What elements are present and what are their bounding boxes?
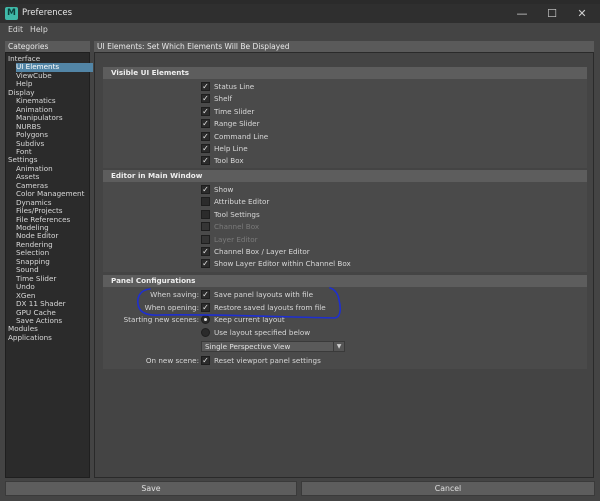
option-label: Show Layer Editor within Channel Box xyxy=(214,259,351,269)
option-label: Attribute Editor xyxy=(214,197,270,207)
option-label: Tool Box xyxy=(214,156,244,166)
option-label: Time Slider xyxy=(214,106,255,116)
option-label: Channel Box / Layer Editor xyxy=(214,247,310,256)
window-title: Preferences xyxy=(22,8,72,18)
checkbox[interactable] xyxy=(201,197,210,207)
new-scenes-label: Starting new scenes: xyxy=(123,315,199,324)
option-label: Help Line xyxy=(214,144,248,153)
checkbox[interactable]: ✓ xyxy=(201,247,210,256)
menu-bar: Edit Help xyxy=(0,23,600,37)
option-label: Channel Box xyxy=(214,222,260,232)
when-saving-label: When saving: xyxy=(150,290,199,299)
radio-button[interactable] xyxy=(201,328,210,337)
maximize-icon[interactable]: ☐ xyxy=(538,4,566,23)
when-opening-label: When opening: xyxy=(144,303,199,312)
checkbox[interactable]: ✓ xyxy=(201,156,210,166)
checkbox[interactable]: ✓ xyxy=(201,185,210,194)
checkbox[interactable]: ✓ xyxy=(201,259,210,269)
category-item[interactable]: Applications xyxy=(8,333,52,343)
option-label: Command Line xyxy=(214,131,269,141)
editor-main-frame: ✓ Show Attribute Editor Tool Settings Channe… xyxy=(103,182,587,272)
checkbox[interactable]: ✓ xyxy=(201,94,210,104)
option-label: Tool Settings xyxy=(214,209,260,219)
cancel-button[interactable]: Cancel xyxy=(301,481,595,496)
categories-header: Categories xyxy=(5,41,90,52)
option-label: Shelf xyxy=(214,94,233,104)
frame-header-visible-ui[interactable]: Visible UI Elements xyxy=(103,67,587,79)
minimize-icon[interactable]: — xyxy=(508,4,536,23)
checkbox[interactable] xyxy=(201,209,210,219)
checkbox[interactable]: ✓ xyxy=(201,356,210,365)
visible-ui-frame: ✓ Status Line ✓ Shelf ✓ Time Slider ✓ Range Sli… xyxy=(103,79,587,168)
categories-list: Interface UI Elements ViewCube Help Display K… xyxy=(5,52,93,478)
save-button[interactable]: Save xyxy=(5,481,297,496)
option-label: Show xyxy=(214,185,234,194)
checkbox xyxy=(201,234,210,244)
window-titlebar: M Preferences — ☐ ✕ xyxy=(0,4,600,23)
checkbox[interactable]: ✓ xyxy=(201,303,210,312)
checkbox[interactable]: ✓ xyxy=(201,82,210,91)
checkbox[interactable]: ✓ xyxy=(201,119,210,129)
layout-select-value: Single Perspective View xyxy=(205,342,291,351)
checkbox[interactable]: ✓ xyxy=(201,106,210,116)
menu-help[interactable]: Help xyxy=(30,25,48,34)
option-label: Status Line xyxy=(214,82,255,91)
section-header: UI Elements: Set Which Elements Will Be … xyxy=(94,41,594,52)
checkbox[interactable]: ✓ xyxy=(201,131,210,141)
chevron-down-icon[interactable]: ▼ xyxy=(333,342,344,351)
checkbox xyxy=(201,222,210,232)
checkbox[interactable]: ✓ xyxy=(201,144,210,153)
layout-select[interactable]: Single Perspective View ▼ xyxy=(201,341,345,352)
maya-icon: M xyxy=(5,7,18,20)
frame-header-editor-main[interactable]: Editor in Main Window xyxy=(103,170,587,182)
ui-elements-panel: Visible UI Elements ✓ Status Line ✓ Shelf ✓ T… xyxy=(94,52,594,478)
frame-header-panel-config[interactable]: Panel Configurations xyxy=(103,275,587,287)
on-new-scene-label: On new scene: xyxy=(145,356,199,365)
checkbox[interactable]: ✓ xyxy=(201,290,210,299)
panel-config-frame: When saving: ✓ Save panel layouts with f… xyxy=(103,287,587,369)
close-icon[interactable]: ✕ xyxy=(568,4,596,23)
radio-button[interactable] xyxy=(201,315,210,324)
option-label: Layer Editor xyxy=(214,234,258,244)
menu-edit[interactable]: Edit xyxy=(8,25,23,34)
option-label: Range Slider xyxy=(214,119,260,129)
